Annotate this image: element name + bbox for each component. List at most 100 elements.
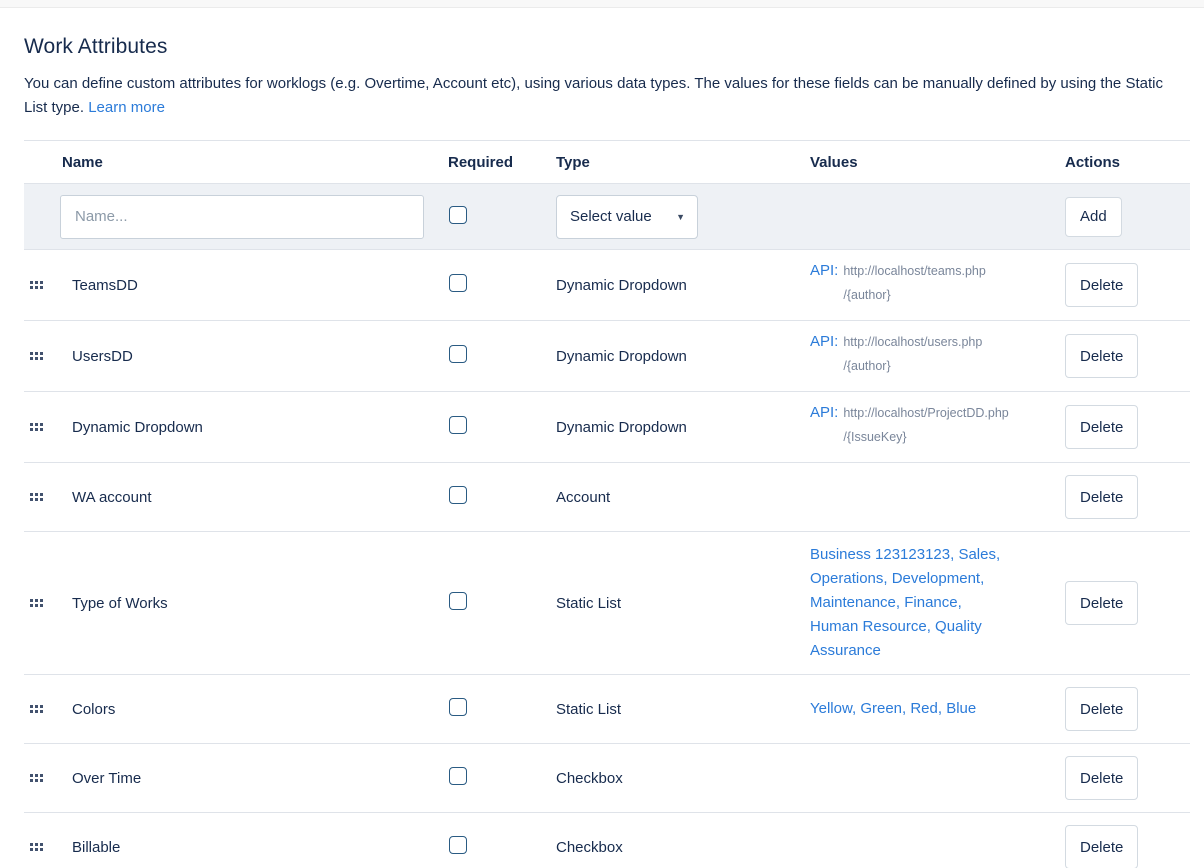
- work-attributes-page: Work Attributes You can define custom at…: [0, 8, 1204, 868]
- page-description: You can define custom attributes for wor…: [24, 72, 1176, 120]
- attribute-values-cell: API: http:​//localhost​/teams.php​/{auth…: [810, 250, 1055, 320]
- new-attribute-required-checkbox[interactable]: [449, 206, 467, 224]
- delete-button[interactable]: Delete: [1065, 825, 1138, 868]
- drag-handle-cell: [24, 423, 72, 431]
- drag-handle-icon[interactable]: [30, 774, 72, 782]
- api-url: http:​//localhost​/users.php​/{author}: [843, 330, 1013, 378]
- attribute-row: Colors Static List Yellow, Green, Red, B…: [24, 675, 1190, 744]
- new-attribute-name-input[interactable]: [60, 195, 424, 239]
- attribute-type: Dynamic Dropdown: [556, 419, 810, 436]
- attribute-name: Dynamic Dropdown: [72, 419, 448, 436]
- attribute-values-cell: Yellow, Green, Red, Blue: [810, 686, 1055, 732]
- attribute-required-cell: [448, 486, 556, 508]
- attribute-required-cell: [448, 345, 556, 367]
- attribute-rows: TeamsDD Dynamic Dropdown API: http:​//lo…: [24, 250, 1190, 868]
- drag-handle-cell: [24, 281, 72, 289]
- static-list-values: Business 123123123, Sales, Operations, D…: [810, 543, 1005, 663]
- attribute-name: UsersDD: [72, 348, 448, 365]
- attribute-actions-cell: Delete: [1055, 405, 1190, 449]
- api-label: API:: [810, 332, 838, 351]
- required-checkbox[interactable]: [449, 416, 467, 434]
- delete-button[interactable]: Delete: [1065, 405, 1138, 449]
- column-header-required: Required: [448, 154, 556, 171]
- delete-button[interactable]: Delete: [1065, 475, 1138, 519]
- attribute-type: Checkbox: [556, 770, 810, 787]
- attribute-actions-cell: Delete: [1055, 581, 1190, 625]
- api-label: API:: [810, 261, 838, 280]
- attribute-name: Over Time: [72, 770, 448, 787]
- attribute-type: Dynamic Dropdown: [556, 348, 810, 365]
- attribute-row: UsersDD Dynamic Dropdown API: http:​//lo…: [24, 321, 1190, 392]
- attribute-row: Dynamic Dropdown Dynamic Dropdown API: h…: [24, 392, 1190, 463]
- required-checkbox[interactable]: [449, 698, 467, 716]
- required-checkbox[interactable]: [449, 836, 467, 854]
- attribute-required-cell: [448, 836, 556, 858]
- drag-handle-icon[interactable]: [30, 423, 72, 431]
- attribute-required-cell: [448, 767, 556, 789]
- attribute-actions-cell: Delete: [1055, 334, 1190, 378]
- attribute-row: Type of Works Static List Business 12312…: [24, 532, 1190, 675]
- new-attribute-required-cell: [448, 206, 556, 228]
- attribute-values-cell: API: http:​//localhost​/users.php​/{auth…: [810, 321, 1055, 391]
- attribute-actions-cell: Delete: [1055, 263, 1190, 307]
- new-attribute-type-select[interactable]: Select value ▼: [556, 195, 698, 239]
- drag-handle-cell: [24, 352, 72, 360]
- required-checkbox[interactable]: [449, 345, 467, 363]
- api-value: API: http:​//localhost​/teams.php​/{auth…: [810, 261, 1055, 309]
- drag-handle-icon[interactable]: [30, 599, 72, 607]
- column-header-type: Type: [556, 154, 810, 171]
- learn-more-link[interactable]: Learn more: [88, 99, 165, 116]
- drag-handle-cell: [24, 705, 72, 713]
- drag-handle-icon[interactable]: [30, 493, 72, 501]
- attribute-actions-cell: Delete: [1055, 687, 1190, 731]
- drag-handle-cell: [24, 493, 72, 501]
- required-checkbox[interactable]: [449, 767, 467, 785]
- attribute-type: Account: [556, 489, 810, 506]
- delete-button[interactable]: Delete: [1065, 263, 1138, 307]
- attribute-row: WA account Account Delete: [24, 463, 1190, 532]
- attribute-values-cell: [810, 767, 1055, 789]
- attribute-name: Type of Works: [72, 595, 448, 612]
- attribute-actions-cell: Delete: [1055, 756, 1190, 800]
- attribute-required-cell: [448, 592, 556, 614]
- new-attribute-name-cell: [24, 195, 448, 239]
- drag-handle-cell: [24, 599, 72, 607]
- attribute-row: Over Time Checkbox Delete: [24, 744, 1190, 813]
- attribute-required-cell: [448, 274, 556, 296]
- delete-button[interactable]: Delete: [1065, 687, 1138, 731]
- attribute-name: Billable: [72, 839, 448, 856]
- attribute-actions-cell: Delete: [1055, 825, 1190, 868]
- delete-button[interactable]: Delete: [1065, 334, 1138, 378]
- attribute-values-cell: [810, 486, 1055, 508]
- delete-button[interactable]: Delete: [1065, 756, 1138, 800]
- drag-handle-icon[interactable]: [30, 352, 72, 360]
- attribute-type: Static List: [556, 701, 810, 718]
- attribute-type: Dynamic Dropdown: [556, 277, 810, 294]
- attribute-required-cell: [448, 698, 556, 720]
- drag-handle-icon[interactable]: [30, 705, 72, 713]
- delete-button[interactable]: Delete: [1065, 581, 1138, 625]
- column-header-name: Name: [24, 154, 448, 171]
- table-header-row: Name Required Type Values Actions: [24, 141, 1190, 184]
- attribute-name: Colors: [72, 701, 448, 718]
- type-select-value: Select value: [570, 208, 652, 225]
- drag-handle-icon[interactable]: [30, 281, 72, 289]
- required-checkbox[interactable]: [449, 592, 467, 610]
- page-title: Work Attributes: [24, 35, 1190, 59]
- api-url: http:​//localhost​/teams.php​/{author}: [843, 259, 1013, 307]
- drag-handle-cell: [24, 774, 72, 782]
- new-attribute-actions-cell: Add: [1055, 197, 1190, 237]
- attribute-type: Checkbox: [556, 839, 810, 856]
- attribute-type: Static List: [556, 595, 810, 612]
- required-checkbox[interactable]: [449, 274, 467, 292]
- add-button[interactable]: Add: [1065, 197, 1122, 237]
- attribute-row: TeamsDD Dynamic Dropdown API: http:​//lo…: [24, 250, 1190, 321]
- api-value: API: http:​//localhost​/users.php​/{auth…: [810, 332, 1055, 380]
- work-attributes-table: Name Required Type Values Actions Select…: [24, 140, 1190, 868]
- static-list-values: Yellow, Green, Red, Blue: [810, 697, 1005, 721]
- drag-handle-icon[interactable]: [30, 843, 72, 851]
- new-attribute-type-cell: Select value ▼: [556, 195, 810, 239]
- api-url: http:​//localhost​/ProjectDD.php​/{Issue…: [843, 401, 1013, 449]
- attribute-values-cell: [810, 836, 1055, 858]
- required-checkbox[interactable]: [449, 486, 467, 504]
